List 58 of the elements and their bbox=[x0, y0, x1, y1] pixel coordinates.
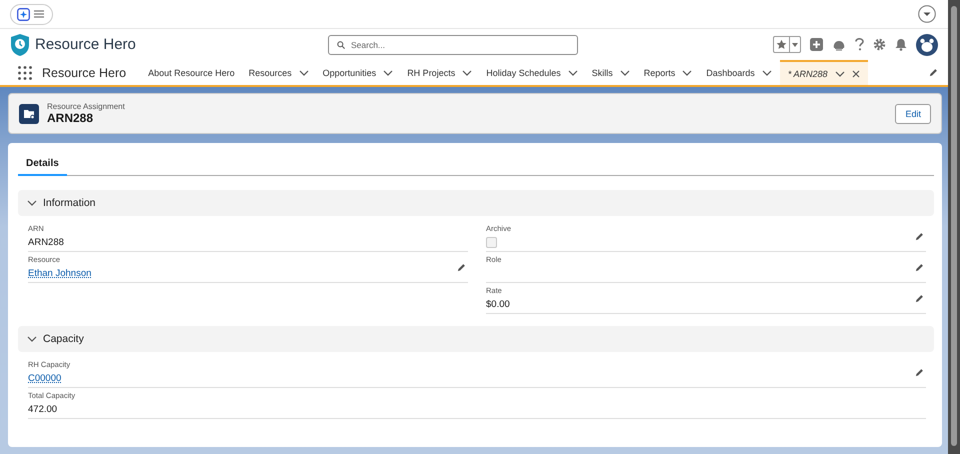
nav-tab[interactable]: RH Projects bbox=[407, 68, 456, 78]
edit-button[interactable]: Edit bbox=[895, 104, 931, 124]
field-value: ARN288 bbox=[28, 236, 64, 248]
menu-icon bbox=[34, 10, 44, 18]
pencil-icon[interactable] bbox=[457, 262, 466, 272]
search-icon bbox=[337, 40, 345, 48]
bell-icon[interactable] bbox=[895, 38, 907, 51]
pencil-icon[interactable] bbox=[929, 68, 938, 77]
record-link[interactable]: Ethan Johnson bbox=[28, 268, 92, 278]
scrollbar-thumb[interactable] bbox=[951, 6, 957, 446]
app-logo-text: Resource Hero bbox=[35, 36, 136, 53]
nav-tab[interactable]: About Resource Hero bbox=[148, 68, 235, 78]
search-field[interactable]: Search... bbox=[328, 34, 578, 54]
tab-menu-chevron-icon[interactable] bbox=[383, 70, 394, 76]
tab-menu-chevron-icon[interactable] bbox=[682, 70, 692, 76]
nav-tab[interactable]: Resources bbox=[248, 68, 292, 78]
add-icon[interactable] bbox=[810, 38, 823, 51]
pencil-icon[interactable] bbox=[915, 262, 924, 272]
pencil-icon[interactable] bbox=[915, 232, 924, 240]
details-tab[interactable]: Details bbox=[18, 151, 67, 176]
tab-menu-chevron-icon[interactable] bbox=[620, 70, 630, 76]
tab-menu-chevron-icon[interactable] bbox=[298, 70, 309, 76]
dropdown-icon[interactable] bbox=[918, 5, 936, 23]
section-header[interactable]: Information bbox=[18, 190, 934, 216]
tab-menu-chevron-icon[interactable] bbox=[462, 70, 472, 76]
chevron-down-icon[interactable] bbox=[27, 200, 37, 206]
folder-icon bbox=[19, 104, 39, 124]
nav-tab[interactable]: Dashboards bbox=[706, 68, 755, 78]
nav-tab[interactable]: * ARN288 bbox=[788, 68, 828, 78]
app-launcher-icon[interactable] bbox=[18, 66, 32, 80]
nav-tab[interactable]: Holiday Schedules bbox=[486, 68, 561, 78]
sparkle-icon bbox=[17, 8, 30, 20]
nav-tab[interactable]: Skills bbox=[592, 68, 613, 78]
pencil-icon[interactable] bbox=[915, 294, 924, 302]
object-type-label: Resource Assignment bbox=[47, 102, 125, 111]
checkbox[interactable] bbox=[486, 236, 497, 248]
field-value: $0.00 bbox=[486, 298, 510, 310]
tab-menu-chevron-icon[interactable] bbox=[834, 70, 844, 76]
star-icon bbox=[776, 39, 787, 50]
nav-tab[interactable]: Opportunities bbox=[322, 68, 376, 78]
shield-clock-icon bbox=[10, 32, 30, 56]
chevron-down-icon[interactable] bbox=[27, 336, 37, 342]
nav-tab[interactable]: Reports bbox=[644, 68, 676, 78]
field-value: 472.00 bbox=[28, 404, 58, 414]
pencil-icon[interactable] bbox=[915, 368, 924, 376]
avatar-icon[interactable] bbox=[916, 34, 938, 56]
record-link[interactable]: C00000 bbox=[28, 372, 62, 384]
tab-menu-chevron-icon[interactable] bbox=[568, 70, 578, 76]
caret-icon bbox=[792, 42, 798, 46]
tab-menu-chevron-icon[interactable] bbox=[762, 70, 772, 76]
help-icon[interactable] bbox=[855, 38, 864, 51]
launcher-button[interactable] bbox=[10, 4, 53, 24]
settings-icon[interactable] bbox=[873, 38, 886, 51]
record-title: ARN288 bbox=[47, 111, 94, 125]
close-icon[interactable] bbox=[852, 70, 860, 78]
section-header[interactable]: Capacity bbox=[18, 326, 934, 352]
favorites-button[interactable] bbox=[773, 36, 801, 53]
app-name: Resource Hero bbox=[42, 66, 126, 80]
